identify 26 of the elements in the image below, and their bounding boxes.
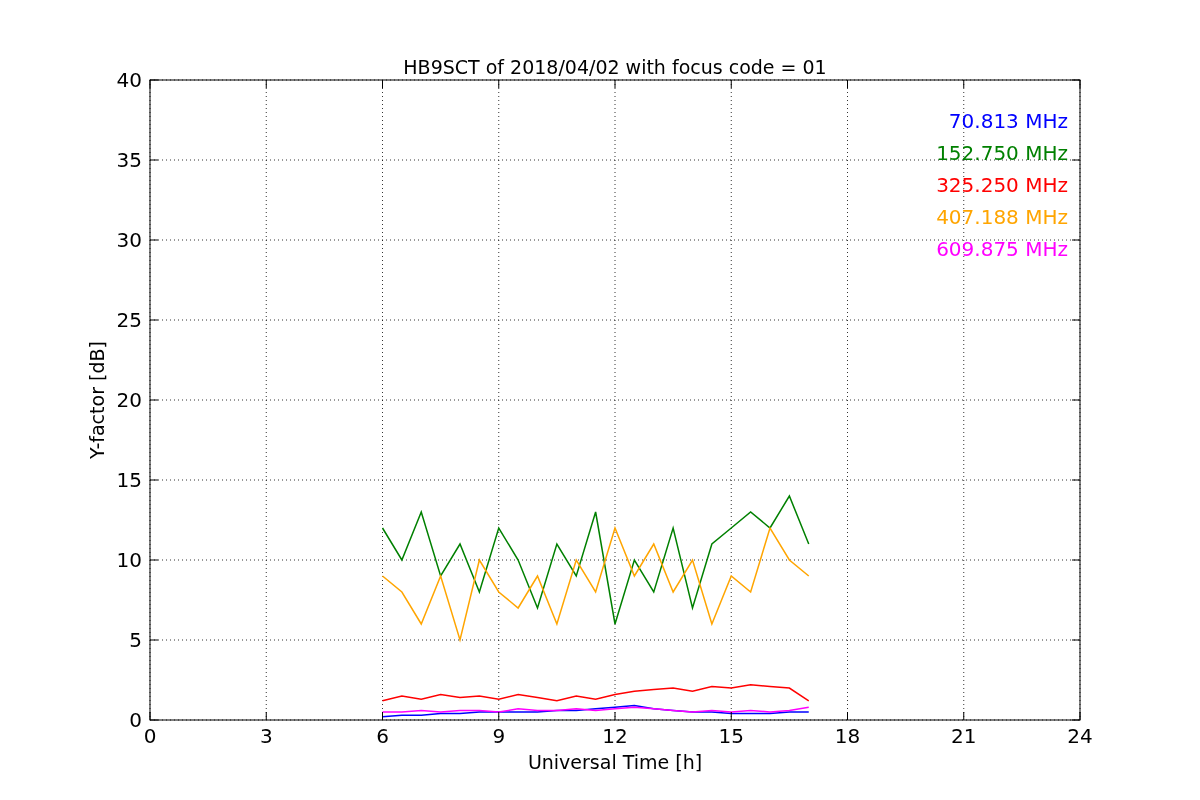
legend-label: 407.188 MHz — [936, 205, 1068, 229]
legend-label: 152.750 MHz — [936, 141, 1068, 165]
x-tick-label: 6 — [376, 724, 389, 748]
y-tick-label: 0 — [129, 708, 142, 732]
x-tick-label: 18 — [834, 724, 861, 748]
legend-label: 325.250 MHz — [936, 173, 1068, 197]
legend-label: 609.875 MHz — [936, 237, 1068, 261]
x-tick-label: 9 — [492, 724, 506, 748]
y-tick-label: 10 — [116, 548, 142, 572]
x-tick-label: 0 — [143, 724, 157, 748]
y-tick-label: 20 — [116, 388, 142, 412]
x-axis-label: Universal Time [h] — [527, 751, 703, 773]
x-tick-label: 12 — [602, 724, 628, 748]
chart-title: HB9SCT of 2018/04/02 with focus code = 01 — [403, 56, 827, 78]
y-tick-label: 30 — [116, 228, 142, 252]
y-tick-label: 40 — [116, 68, 142, 92]
y-tick-label: 25 — [116, 308, 142, 332]
y-tick-label: 15 — [116, 468, 142, 492]
x-tick-label: 24 — [1067, 724, 1093, 748]
x-tick-label: 15 — [718, 724, 744, 748]
x-tick-label: 21 — [951, 724, 977, 748]
y-axis-label: Y-factor [dB] — [86, 341, 108, 459]
y-tick-label: 5 — [129, 628, 142, 652]
legend-label: 70.813 MHz — [948, 109, 1068, 133]
x-tick-label: 3 — [259, 724, 273, 748]
y-tick-label: 35 — [116, 148, 142, 172]
